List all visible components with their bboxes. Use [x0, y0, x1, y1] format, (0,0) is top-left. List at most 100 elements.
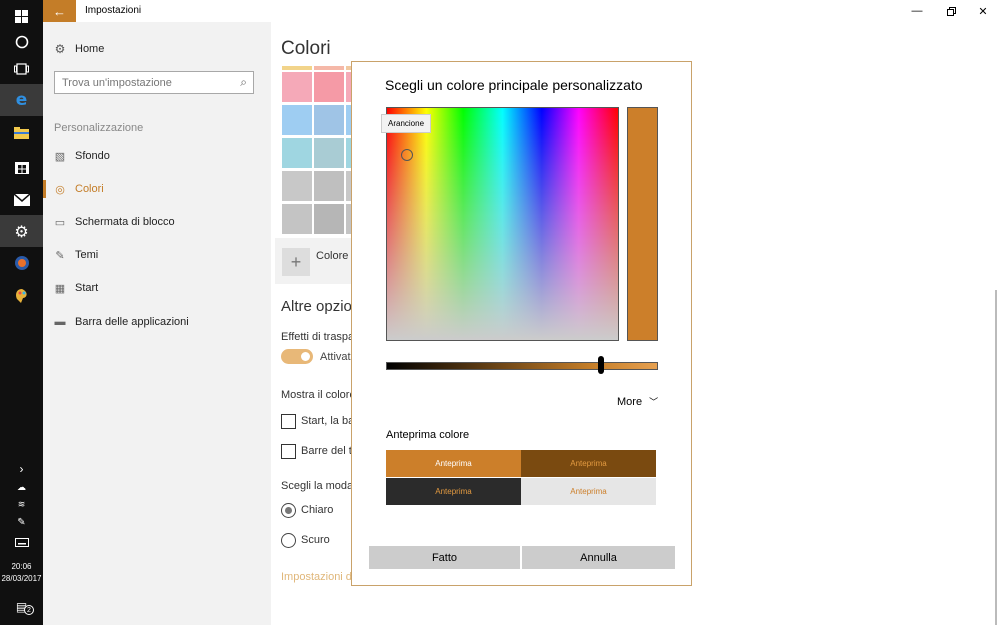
back-arrow-icon: ←	[53, 3, 66, 19]
selection-bar	[43, 180, 46, 198]
swatch-top-1	[282, 66, 312, 70]
color-picker-ring[interactable]	[401, 149, 413, 161]
lock-screen-icon: ▭	[54, 216, 66, 229]
edge-icon[interactable]: e	[0, 84, 43, 116]
restore-icon	[946, 6, 956, 16]
brightness-slider[interactable]	[386, 362, 658, 370]
chevron-down-icon: ﹀	[649, 397, 659, 407]
scrollbar[interactable]	[995, 290, 997, 625]
preview-tile-label: Anteprima	[570, 459, 607, 468]
checkbox-start[interactable]	[281, 414, 296, 429]
done-button[interactable]: Fatto	[369, 546, 520, 569]
search-input[interactable]: Trova un'impostazione ⌕	[54, 71, 254, 94]
firefox-icon[interactable]	[0, 247, 43, 279]
sidebar-home[interactable]: ⚙ Home	[53, 42, 105, 56]
plus-icon: +	[290, 251, 302, 272]
color-swatch[interactable]	[282, 138, 312, 168]
search-icon[interactable]: ⌕	[240, 75, 247, 90]
sidebar-item-temi[interactable]: ✎ Temi	[43, 240, 271, 270]
color-swatch[interactable]	[314, 204, 344, 234]
color-swatch[interactable]	[282, 105, 312, 135]
minimize-button[interactable]: —	[900, 0, 934, 22]
maximize-button[interactable]	[934, 0, 968, 22]
sidebar-item-label: Schermata di blocco	[75, 216, 175, 228]
close-button[interactable]: ✕	[966, 0, 1000, 22]
sidebar-item-label: Temi	[75, 249, 99, 261]
sidebar-item-start[interactable]: ▦ Start	[43, 273, 271, 303]
radio-dark-label: Scuro	[301, 534, 330, 546]
back-button[interactable]: ←	[43, 0, 76, 22]
notification-center-icon[interactable]: ▤ 2	[0, 595, 43, 619]
sidebar-item-label: Sfondo	[75, 150, 110, 162]
preview-tile-label: Anteprima	[435, 459, 472, 468]
themes-icon: ✎	[55, 249, 65, 262]
onedrive-icon[interactable]: ☁	[0, 478, 43, 496]
more-button[interactable]: More ﹀	[617, 395, 658, 408]
color-preview-title: Anteprima colore	[386, 429, 470, 441]
color-swatch[interactable]	[314, 138, 344, 168]
other-options-title: Altre opzion	[281, 298, 361, 315]
checkbox-title-bars[interactable]	[281, 444, 296, 459]
color-swatch[interactable]	[314, 105, 344, 135]
keyboard-icon[interactable]	[0, 534, 43, 550]
preview-tile-2: Anteprima	[521, 450, 656, 477]
minimize-icon: —	[911, 5, 923, 17]
radio-light-label: Chiaro	[301, 504, 334, 516]
mail-icon[interactable]	[0, 184, 43, 216]
selected-color-preview	[627, 107, 658, 341]
window-title: Impostazioni	[85, 5, 142, 16]
sidebar-home-label: Home	[75, 43, 105, 55]
add-custom-color-button[interactable]: +	[282, 248, 310, 276]
selection-bar	[43, 213, 46, 231]
selection-bar	[43, 313, 46, 331]
mode-label: Scegli la modal	[281, 480, 356, 492]
sidebar-item-sfondo[interactable]: ▧ Sfondo	[43, 141, 271, 171]
color-swatch[interactable]	[314, 171, 344, 201]
transparency-label: Effetti di traspa	[281, 331, 355, 343]
transparency-toggle[interactable]	[281, 349, 313, 364]
clock-time: 20:06	[11, 562, 32, 571]
task-view-icon[interactable]	[0, 53, 43, 85]
wifi-icon[interactable]: ≋	[0, 496, 43, 512]
more-label: More	[617, 395, 643, 408]
checkbox-title-bars-label: Barre del ti	[301, 445, 355, 457]
color-name-tooltip: Arancione	[381, 114, 432, 133]
selection-bar	[43, 279, 46, 297]
selection-bar	[43, 246, 46, 264]
sidebar-item-schermata-di-blocco[interactable]: ▭ Schermata di blocco	[43, 207, 271, 237]
cancel-label: Annulla	[580, 551, 617, 564]
preview-tile-4: Anteprima	[521, 478, 656, 505]
radio-light[interactable]	[281, 503, 296, 518]
sidebar-section-label: Personalizzazione	[54, 122, 144, 134]
brightness-slider-thumb[interactable]	[597, 356, 604, 374]
store-icon[interactable]	[0, 150, 43, 182]
sidebar-item-barra-delle-applicazioni[interactable]: ▬ Barra delle applicazioni	[43, 307, 271, 337]
close-icon: ✕	[978, 5, 988, 18]
sidebar-item-label: Colori	[75, 183, 104, 195]
swatch-top-2	[314, 66, 344, 70]
file-explorer-icon[interactable]	[0, 117, 43, 149]
page-title: Colori	[281, 38, 331, 59]
preview-tile-1: Anteprima	[386, 450, 521, 477]
taskbar: e ⚙ › ☁ ≋ ✎ 20:06 28/03/2017 ▤ 2	[0, 0, 43, 625]
custom-color-dialog: Scegli un colore principale personalizza…	[351, 61, 692, 586]
picture-icon: ▧	[54, 150, 66, 163]
paint-icon[interactable]	[0, 280, 43, 312]
settings-icon[interactable]: ⚙	[0, 215, 43, 247]
clock[interactable]: 20:06 28/03/2017	[0, 561, 43, 585]
color-swatch[interactable]	[314, 72, 344, 102]
sidebar-item-colori[interactable]: ◎ Colori	[43, 174, 271, 204]
color-swatch[interactable]	[282, 72, 312, 102]
cancel-button[interactable]: Annulla	[522, 546, 675, 569]
color-swatch[interactable]	[282, 171, 312, 201]
radio-dot	[285, 507, 292, 514]
related-settings-link[interactable]: Impostazioni d	[281, 571, 352, 583]
checkbox-start-label: Start, la ba	[301, 415, 355, 427]
color-spectrum[interactable]	[386, 107, 619, 341]
pen-icon[interactable]: ✎	[0, 514, 43, 530]
color-swatch[interactable]	[282, 204, 312, 234]
radio-dark[interactable]	[281, 533, 296, 548]
clock-date: 28/03/2017	[1, 574, 42, 583]
start-icon: ▦	[54, 282, 66, 295]
gear-icon: ⚙	[54, 42, 66, 56]
